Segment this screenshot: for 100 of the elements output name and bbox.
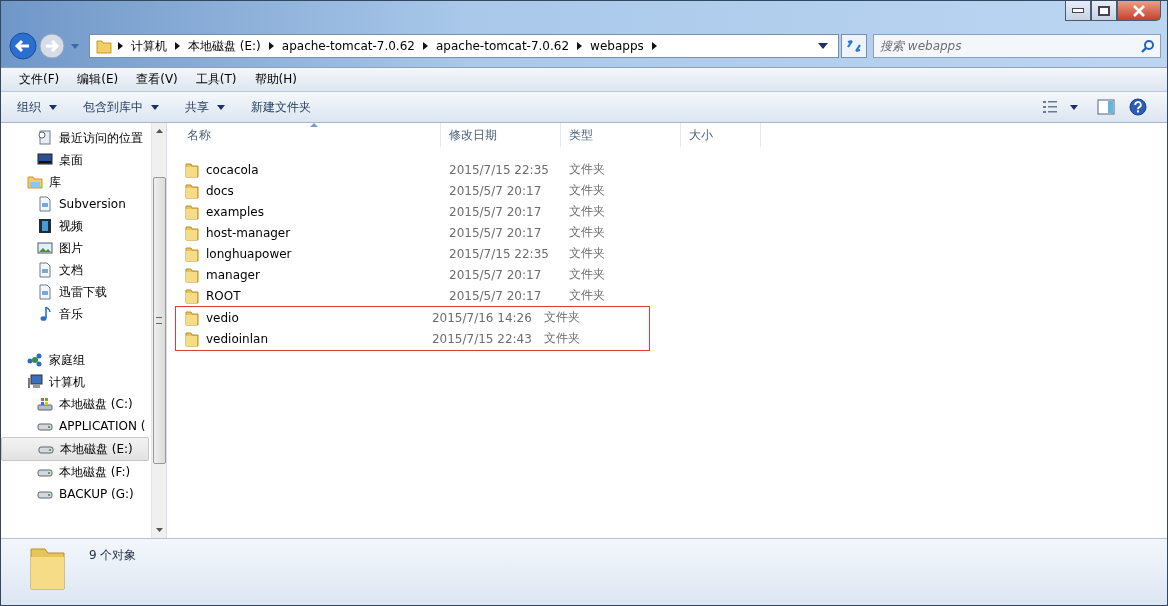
search-field[interactable]: 搜索 webapps (873, 34, 1161, 58)
breadcrumb-item[interactable]: 本地磁盘 (E:) (188, 37, 261, 55)
back-button[interactable] (9, 32, 37, 60)
sidebar-item[interactable]: 视频 (1, 215, 149, 237)
sidebar-item[interactable]: 迅雷下载 (1, 281, 149, 303)
file-name[interactable]: vedio (179, 309, 424, 326)
table-cell-text: 2015/5/7 20:17 (448, 288, 543, 303)
table-cell-text: 文件夹 (568, 266, 606, 283)
sidebar-item[interactable]: BACKUP (G:) (1, 483, 149, 505)
search-icon (1141, 39, 1155, 53)
folder-icon (185, 330, 199, 347)
scroll-down-icon[interactable] (155, 528, 163, 532)
folder-icon (185, 182, 199, 199)
file-name[interactable]: ROOT (179, 287, 441, 304)
table-cell-text: 2015/5/7 20:17 (448, 183, 543, 198)
table-cell-text: 文件夹 (568, 161, 606, 178)
chevron-icon[interactable] (175, 42, 180, 50)
sidebar-item[interactable]: APPLICATION ( (1, 415, 149, 437)
column-header[interactable]: 名称 (179, 123, 441, 147)
refresh-icon (845, 38, 863, 54)
file-name[interactable]: examples (179, 203, 441, 220)
column-header[interactable]: 大小 (681, 123, 761, 147)
address-bar[interactable]: 计算机 本地磁盘 (E:) apache-tomcat-7.0.62 apache-tomcat-7.0.62 webapps (89, 34, 839, 58)
dropdown-icon[interactable] (818, 43, 828, 49)
file-name[interactable]: vedioinlan (179, 330, 424, 347)
desktop-icon (37, 152, 53, 168)
toolbar-button[interactable]: 包含到库中 (77, 95, 165, 119)
chevron-icon[interactable] (651, 42, 657, 50)
table-cell-text: 文件夹 (568, 182, 606, 199)
sidebar-item[interactable]: 家庭组 (1, 349, 149, 371)
film-icon (37, 218, 53, 234)
chevron-icon[interactable] (268, 42, 274, 50)
sidebar-item[interactable]: 桌面 (1, 149, 149, 171)
folder-icon (185, 161, 199, 178)
folder-icon (185, 309, 199, 326)
menu-item[interactable]: 工具(T) (187, 71, 245, 88)
folder-icon (185, 266, 199, 283)
network-icon (27, 352, 43, 368)
breadcrumb-item[interactable]: 计算机 (131, 37, 167, 55)
sidebar-item[interactable]: 计算机 (1, 371, 149, 393)
table-cell-text: 2015/7/16 14:26 (430, 310, 533, 325)
sidebar-item[interactable]: 文档 (1, 259, 149, 281)
breadcrumb-item[interactable]: webapps (590, 39, 644, 53)
file-name[interactable]: longhuapower (179, 245, 441, 262)
chevron-icon[interactable] (118, 42, 123, 50)
close-button[interactable] (1117, 1, 1161, 21)
column-header[interactable]: 修改日期 (441, 123, 561, 147)
chevron-icon[interactable] (422, 42, 428, 50)
sidebar-item[interactable]: 本地磁盘 (F:) (1, 461, 149, 483)
table-cell-text: 2015/7/15 22:43 (430, 331, 533, 346)
table-cell-text: 文件夹 (543, 309, 582, 326)
toolbar-button[interactable]: 共享 (179, 95, 231, 119)
folder-icon (185, 203, 199, 220)
table-cell-text: 2015/5/7 20:17 (448, 267, 543, 282)
chevron-icon[interactable] (577, 42, 583, 50)
menu-item[interactable]: 编辑(E) (69, 71, 127, 88)
table-cell-text: 文件夹 (568, 245, 606, 262)
minimize-button[interactable] (1065, 1, 1091, 21)
maximize-button[interactable] (1091, 1, 1117, 21)
table-cell-text: 文件夹 (543, 330, 582, 347)
sidebar-item[interactable]: Subversion (1, 193, 149, 215)
file-name[interactable]: manager (179, 266, 441, 283)
toolbar-button[interactable]: 组织 (11, 95, 63, 119)
computer-icon (27, 374, 43, 390)
folder-icon (96, 38, 112, 54)
breadcrumb-item[interactable]: apache-tomcat-7.0.62 (281, 39, 415, 53)
menu-item[interactable]: 文件(F) (11, 71, 68, 88)
sidebar-item[interactable]: 音乐 (1, 303, 149, 325)
sidebar-item[interactable]: 库 (1, 171, 149, 193)
table-cell-text: 文件夹 (568, 224, 606, 241)
clock-icon (37, 130, 53, 146)
file-name[interactable]: docs (179, 182, 441, 199)
column-header[interactable]: 类型 (561, 123, 681, 147)
breadcrumb-item[interactable]: apache-tomcat-7.0.62 (435, 39, 570, 53)
file-name[interactable]: cocacola (179, 161, 441, 178)
sidebar-item[interactable]: 最近访问的位置 (1, 127, 149, 149)
sidebar-item[interactable]: 本地磁盘 (E:) (1, 437, 149, 461)
scrollbar[interactable] (151, 123, 166, 538)
picture-icon (37, 240, 53, 256)
library-icon (27, 174, 43, 190)
menu-item[interactable]: 查看(V) (128, 71, 186, 88)
scroll-up-icon[interactable] (155, 129, 163, 133)
sort-arrow-icon (309, 123, 318, 127)
table-cell-text: 2015/7/15 22:35 (448, 246, 550, 261)
table-cell-text: 文件夹 (568, 203, 606, 220)
sidebar-item[interactable]: 图片 (1, 237, 149, 259)
windows-drive-icon (37, 396, 53, 412)
table-cell-text: 2015/5/7 20:17 (448, 204, 543, 219)
folder-icon (185, 224, 199, 241)
document-icon (37, 196, 53, 212)
toolbar-button[interactable]: 新建文件夹 (245, 95, 317, 119)
folder-icon (29, 545, 67, 591)
item-count: 9 个对象 (89, 547, 137, 564)
file-name[interactable]: host-manager (179, 224, 441, 241)
sidebar-item[interactable]: 本地磁盘 (C:) (1, 393, 149, 415)
refresh-button[interactable] (841, 34, 867, 58)
menu-item[interactable]: 帮助(H) (246, 71, 305, 88)
help-button[interactable] (1129, 98, 1147, 116)
scroll-thumb[interactable] (152, 177, 166, 464)
table-cell-text: 2015/7/15 22:35 (448, 162, 550, 177)
